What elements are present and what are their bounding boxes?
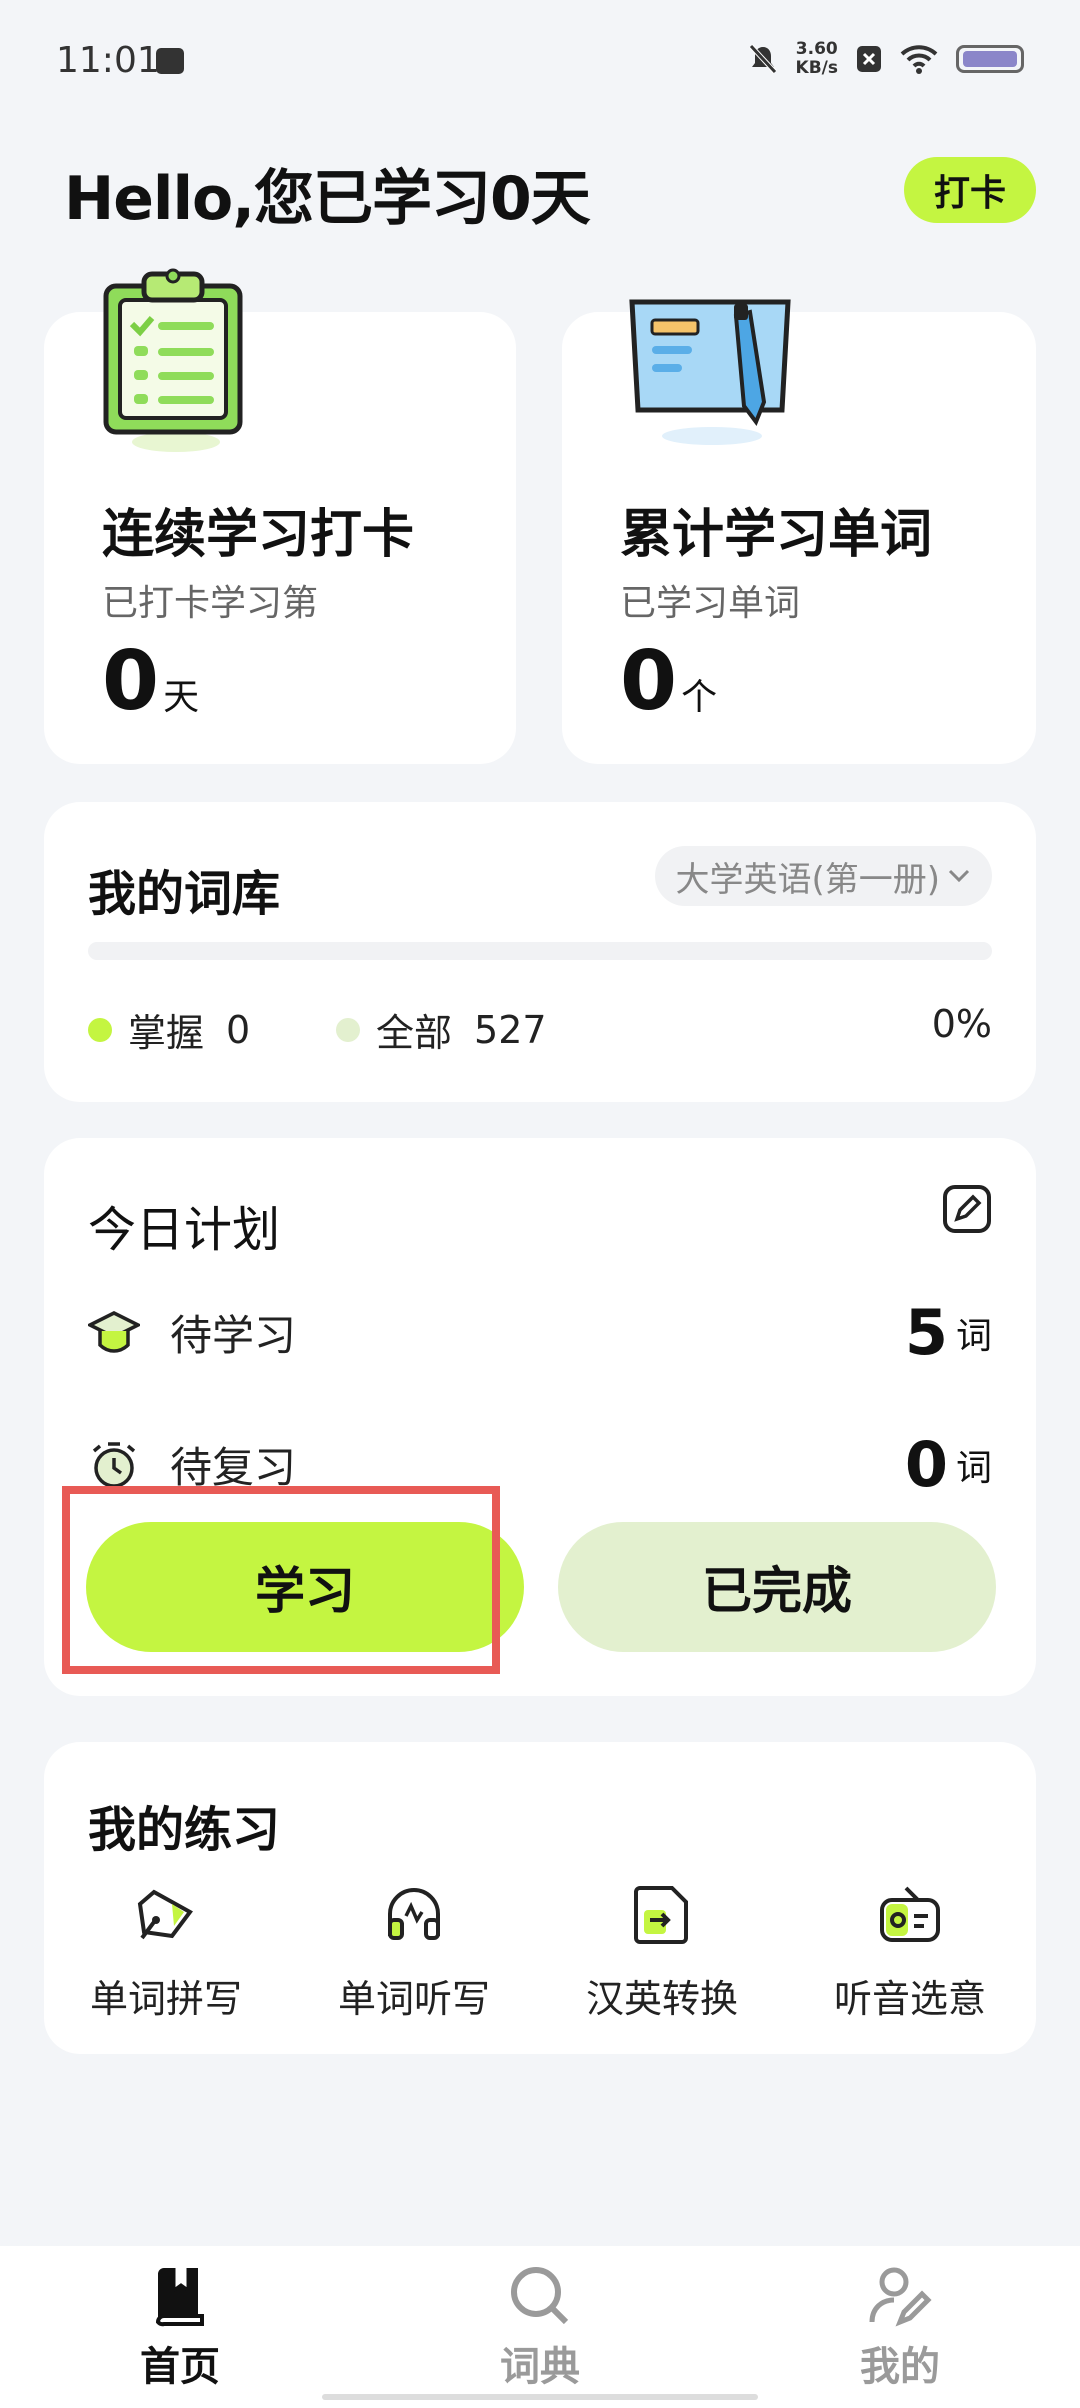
practice-title: 我的练习 xyxy=(88,1802,281,1858)
highlight-box xyxy=(62,1486,500,1674)
completed-button[interactable]: 已完成 xyxy=(558,1522,996,1652)
sim-blocked-icon xyxy=(857,46,881,72)
to-learn-unit: 词 xyxy=(955,1315,992,1357)
mastery-percent: 0% xyxy=(931,1002,992,1046)
to-review-unit: 词 xyxy=(955,1447,992,1489)
stopwatch-icon xyxy=(92,1441,136,1488)
user-edit-icon xyxy=(869,2267,932,2327)
mastery-progress-bar xyxy=(88,942,992,960)
to-learn-value: 5 xyxy=(904,1296,948,1369)
practice-translate[interactable]: 汉英转换 xyxy=(562,1882,762,2023)
nav-dictionary-label: 词典 xyxy=(500,2344,580,2390)
words-subtitle: 已学习单词 xyxy=(620,583,801,624)
message-icon xyxy=(156,48,184,74)
total-value: 527 xyxy=(474,1007,547,1052)
book-select[interactable]: 大学英语(第一册) xyxy=(655,846,992,906)
streak-title: 连续学习打卡 xyxy=(102,505,415,565)
speed-unit: KB/s xyxy=(795,58,838,78)
edit-plan-icon[interactable] xyxy=(942,1184,992,1234)
practice-card: 我的练习 单词拼写 单词听写 汉英转换 听音选意 xyxy=(44,1742,1036,2054)
book-icon xyxy=(155,2268,204,2327)
lexicon-title: 我的词库 xyxy=(88,866,281,922)
nav-home[interactable]: 首页 xyxy=(90,2264,270,2392)
total-legend: 全部 527 xyxy=(336,1002,547,1057)
streak-count: 0 天 xyxy=(102,634,199,729)
status-time: 11:01 xyxy=(56,40,160,81)
notebook-pen-icon xyxy=(629,299,791,445)
practice-translate-label: 汉英转换 xyxy=(585,1977,738,2021)
greeting-title: Hello,您已学习0天 xyxy=(64,164,591,234)
streak-subtitle: 已打卡学习第 xyxy=(102,583,319,624)
streak-value: 0 xyxy=(102,634,160,729)
practice-listen-choose-label: 听音选意 xyxy=(833,1977,986,2021)
headphones-icon xyxy=(388,1888,440,1940)
bottom-nav: 首页 词典 我的 xyxy=(0,2246,1080,2408)
battery-icon xyxy=(956,45,1024,73)
practice-listen-choose[interactable]: 听音选意 xyxy=(810,1882,1010,2023)
status-icons: 3.60 KB/s xyxy=(748,40,1024,78)
nav-mine[interactable]: 我的 xyxy=(810,2264,990,2392)
practice-dictation-label: 单词听写 xyxy=(337,1977,490,2021)
nav-dictionary[interactable]: 词典 xyxy=(450,2264,630,2392)
words-count: 0 个 xyxy=(620,634,717,729)
mastered-label: 掌握 xyxy=(128,1011,205,1055)
practice-spelling[interactable]: 单词拼写 xyxy=(66,1882,266,2023)
book-select-value: 大学英语(第一册) xyxy=(675,859,940,900)
total-label: 全部 xyxy=(376,1011,453,1055)
nav-mine-label: 我的 xyxy=(860,2344,940,2390)
to-learn-label: 待学习 xyxy=(170,1311,297,1360)
to-review-value: 0 xyxy=(904,1428,948,1501)
practice-spelling-label: 单词拼写 xyxy=(89,1977,242,2021)
search-icon xyxy=(511,2267,569,2325)
pen-nib-icon xyxy=(137,1889,193,1940)
lexicon-card: 我的词库 大学英语(第一册) 掌握 0 全部 527 0% xyxy=(44,802,1036,1102)
file-arrow-icon xyxy=(634,1886,688,1944)
mastered-legend: 掌握 0 xyxy=(88,1002,250,1057)
plan-title: 今日计划 xyxy=(88,1202,281,1258)
to-learn-row: 待学习 5 词 xyxy=(88,1296,992,1369)
checkin-button[interactable]: 打卡 xyxy=(904,157,1036,223)
mastered-dot xyxy=(88,1017,112,1042)
words-value: 0 xyxy=(620,634,678,729)
words-title: 累计学习单词 xyxy=(620,505,933,565)
home-indicator[interactable] xyxy=(322,2394,758,2400)
network-speed: 3.60 KB/s xyxy=(796,40,838,78)
words-unit: 个 xyxy=(681,677,718,718)
practice-dictation[interactable]: 单词听写 xyxy=(314,1882,514,2023)
speed-value: 3.60 xyxy=(795,39,838,59)
nav-home-label: 首页 xyxy=(140,2344,220,2390)
graduation-cap-icon xyxy=(88,1310,140,1353)
mastered-value: 0 xyxy=(226,1007,251,1052)
clipboard-icon xyxy=(103,268,243,452)
radio-icon xyxy=(880,1886,940,1942)
total-dot xyxy=(336,1017,360,1042)
chevron-down-icon xyxy=(948,869,970,883)
wifi-icon xyxy=(900,45,938,74)
streak-unit: 天 xyxy=(163,677,200,718)
bell-muted-icon xyxy=(748,44,777,74)
